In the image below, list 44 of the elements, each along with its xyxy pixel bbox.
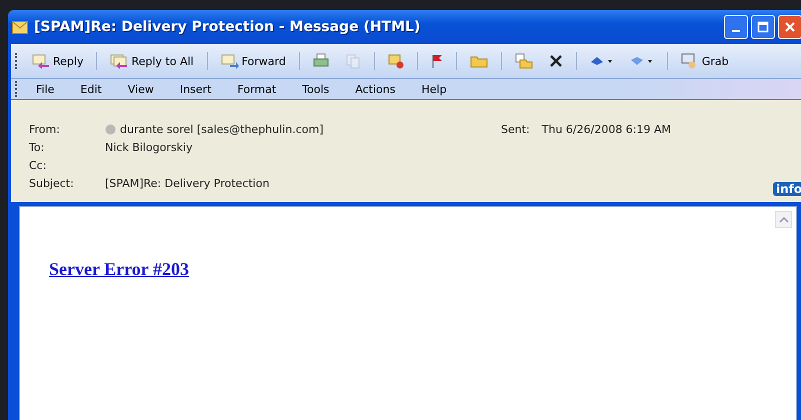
- envelope-icon: [12, 20, 28, 34]
- link[interactable]: Server Error #203: [49, 259, 189, 279]
- menu-item[interactable]: Actions: [342, 82, 408, 96]
- envelope-dot-icon: [388, 53, 404, 69]
- toolbar-button[interactable]: Reply to All: [103, 51, 201, 71]
- close-icon: [784, 21, 796, 33]
- menu-item[interactable]: Format: [224, 82, 290, 96]
- field-value: Nick Bilogorskiy: [105, 141, 192, 154]
- field-value: Thu 6/26/2008 6:19 AM: [542, 123, 672, 136]
- menu-item[interactable]: Edit: [67, 82, 115, 96]
- arrow-dropdown-icon: [590, 55, 614, 67]
- delete-icon: [548, 54, 563, 68]
- maximize-icon: [757, 21, 769, 33]
- menu-item[interactable]: File: [23, 82, 68, 96]
- field-label: To:: [29, 141, 46, 154]
- contact-status-icon: [105, 124, 116, 135]
- menu-item[interactable]: Help: [408, 82, 460, 96]
- move-to-folder-icon: [514, 53, 533, 69]
- chevron-up-icon: [778, 216, 788, 222]
- toolbar-button[interactable]: Forward: [214, 51, 293, 71]
- envelope-arrow-icon: [220, 53, 239, 69]
- envelope-arrow-icon: [110, 53, 128, 69]
- menu-item[interactable]: View: [114, 82, 167, 96]
- printer-icon: [312, 53, 329, 69]
- arrow-dropdown-icon: [630, 55, 654, 67]
- envelope-arrow-icon: [32, 53, 50, 69]
- window-title: [SPAM]Re: Delivery Protection - Message (HTML): [34, 19, 420, 35]
- flag-icon: [430, 53, 443, 69]
- minimize-button[interactable]: [724, 15, 748, 39]
- field-label: From:: [29, 123, 61, 136]
- copy-icon: [344, 53, 361, 69]
- field-label: Cc:: [29, 159, 48, 172]
- scroll-up-button[interactable]: [775, 211, 792, 228]
- field-label: Subject:: [29, 177, 75, 190]
- maximize-button[interactable]: [751, 15, 775, 39]
- close-button[interactable]: [778, 15, 801, 39]
- toolbar-button[interactable]: Reply: [25, 51, 90, 71]
- menu-item[interactable]: Tools: [289, 82, 342, 96]
- field-value: durante sorel [sales@thephulin.com]: [120, 123, 324, 136]
- toolbar-button[interactable]: Grab: [674, 51, 736, 71]
- field-value: [SPAM]Re: Delivery Protection: [105, 177, 270, 190]
- minimize-icon: [732, 30, 740, 32]
- field-label: Sent:: [501, 123, 530, 136]
- menu-item[interactable]: Insert: [166, 82, 224, 96]
